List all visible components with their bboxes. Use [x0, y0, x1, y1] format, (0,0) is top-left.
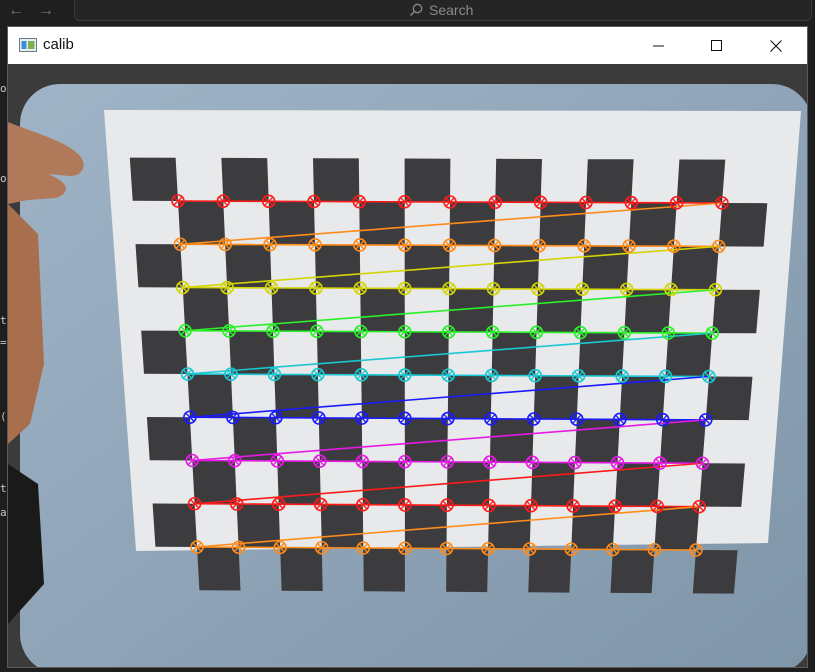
checker-square — [665, 332, 713, 377]
minimize-button[interactable] — [636, 27, 682, 64]
checker-square — [528, 549, 572, 593]
checker-square — [221, 157, 269, 202]
checker-square — [187, 374, 233, 418]
checker-square — [152, 503, 197, 547]
checker-square — [271, 287, 317, 332]
checker-square — [182, 287, 230, 331]
checker-square — [361, 374, 405, 419]
checker-square — [571, 505, 616, 550]
checker-square — [712, 289, 760, 334]
arrow-right-icon[interactable]: → — [38, 2, 54, 20]
checker-square — [610, 549, 655, 594]
editor-edge-text: o — [0, 82, 7, 95]
checker-square — [141, 330, 188, 374]
host-search-bar[interactable]: Search — [74, 0, 812, 21]
checker-square — [586, 159, 634, 203]
checker-square — [488, 505, 531, 549]
checker-square — [315, 244, 361, 289]
editor-edge-text: t — [0, 314, 7, 327]
checker-square — [146, 417, 193, 461]
checker-square — [404, 158, 451, 202]
checker-square — [692, 550, 738, 594]
checker-square — [280, 547, 323, 591]
checker-square — [178, 201, 226, 245]
editor-edge-text: a — [0, 506, 7, 519]
maximize-button[interactable] — [694, 27, 740, 64]
maximize-icon — [711, 39, 722, 51]
window-app-icon — [19, 38, 37, 52]
checker-square — [320, 504, 364, 548]
checker-square — [578, 332, 625, 377]
window-titlebar[interactable]: calib — [8, 27, 807, 64]
checker-square — [359, 201, 405, 246]
checker-square — [539, 202, 586, 246]
checker-square — [197, 547, 241, 591]
host-app-bar: ← → Search — [0, 0, 815, 26]
minimize-icon — [653, 45, 664, 46]
window-title: calib — [43, 36, 74, 53]
checker-square — [718, 203, 768, 247]
checker-square — [533, 375, 579, 420]
arrow-left-icon[interactable]: ← — [8, 2, 24, 20]
editor-edge-text: ( — [0, 410, 7, 423]
checker-square — [316, 331, 362, 375]
checker-square — [654, 506, 700, 550]
checker-square — [493, 245, 540, 289]
checker-square — [129, 157, 178, 201]
camera-view — [8, 64, 807, 667]
editor-edge-text: t — [0, 482, 7, 495]
host-search-placeholder: Search — [429, 2, 474, 18]
checker-square — [574, 419, 620, 463]
checker-square — [491, 332, 537, 376]
checker-square — [705, 376, 753, 421]
checker-square — [318, 417, 363, 462]
checker-square — [277, 461, 321, 505]
checker-square — [363, 548, 405, 592]
checker-square — [531, 462, 575, 506]
checker-square — [362, 461, 405, 505]
checker-square — [536, 289, 583, 333]
checker-square — [671, 246, 719, 290]
checker-square — [582, 245, 629, 290]
checker-square — [268, 201, 315, 245]
camera-frame — [8, 64, 807, 667]
checker-square — [360, 288, 405, 332]
checker-square — [135, 244, 183, 288]
checker-square — [660, 419, 706, 464]
checker-square — [446, 548, 489, 593]
checker-square — [313, 158, 360, 202]
close-button[interactable] — [753, 27, 799, 64]
checker-square — [676, 159, 726, 203]
checker-square — [274, 374, 319, 418]
calib-window: calib — [7, 26, 808, 668]
search-icon — [410, 3, 423, 16]
checker-square — [699, 463, 745, 507]
close-icon — [770, 39, 782, 52]
checker-square — [489, 418, 534, 463]
checker-square — [192, 460, 237, 504]
editor-edge-text: = — [0, 336, 7, 349]
checker-square — [495, 158, 542, 203]
